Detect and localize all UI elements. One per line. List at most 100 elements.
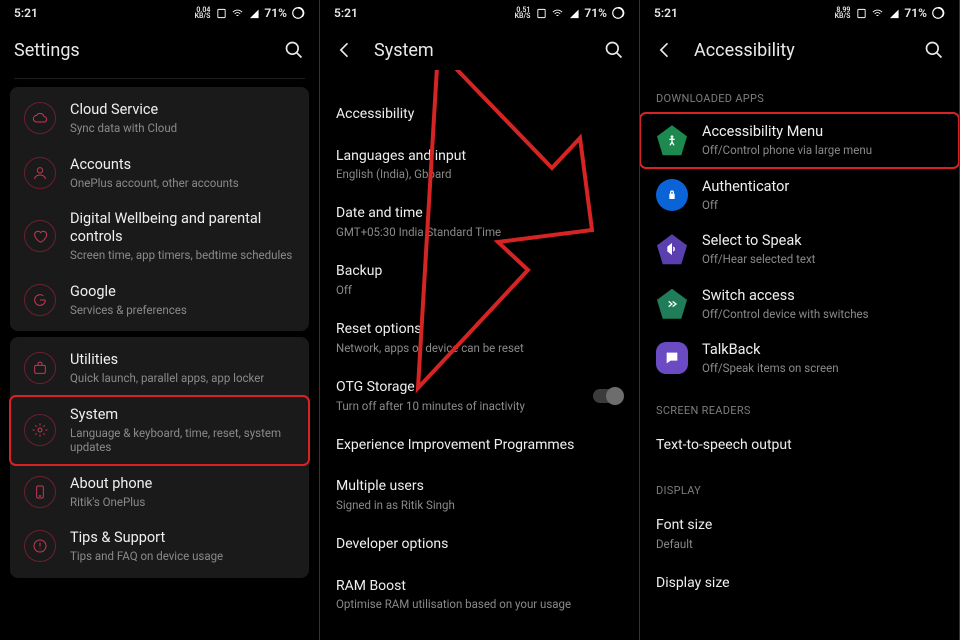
row-title: Backup (336, 263, 623, 281)
row-sub: Ritik's OnePlus (70, 495, 295, 509)
net-speed: 0.04KB/S (195, 7, 211, 20)
sim-icon (536, 8, 547, 19)
back-icon[interactable] (334, 39, 356, 61)
system-item-languages-and-input[interactable]: Languages and input English (India), Gbo… (320, 136, 639, 194)
row-sub: English (India), Gboard (336, 167, 623, 181)
settings-item-digital-wellbeing-and-parental-controls[interactable]: Digital Wellbeing and parental controls … (10, 200, 309, 273)
battery-icon (291, 6, 305, 20)
display-item-font-size[interactable]: Font sizeDefault (640, 505, 959, 563)
row-title: Accessibility (336, 106, 623, 124)
gear-icon (24, 414, 56, 446)
settings-item-about-phone[interactable]: About phone Ritik's OnePlus (10, 465, 309, 520)
system-item-otg-storage[interactable]: OTG Storage Turn off after 10 minutes of… (320, 367, 639, 425)
display-item-display-size[interactable]: Display size (640, 563, 959, 605)
row-body: Date and time GMT+05:30 India Standard T… (336, 205, 623, 239)
row-sub: OnePlus account, other accounts (70, 176, 295, 190)
row-sub: Services & preferences (70, 303, 295, 317)
settings-item-accounts[interactable]: Accounts OnePlus account, other accounts (10, 146, 309, 201)
app-icon (656, 179, 688, 211)
battery-icon (931, 6, 945, 20)
system-item-accessibility[interactable]: Accessibility (320, 94, 639, 136)
row-sub: GMT+05:30 India Standard Time (336, 225, 623, 239)
row-sub: Off/Hear selected text (702, 252, 943, 266)
row-title: OTG Storage (336, 379, 581, 397)
wifi-icon (231, 8, 244, 19)
row-body: Google Services & preferences (70, 283, 295, 318)
system-item-date-and-time[interactable]: Date and time GMT+05:30 India Standard T… (320, 193, 639, 251)
search-icon[interactable] (283, 39, 305, 61)
row-body: Accessibility (336, 106, 623, 124)
app-icon (656, 288, 688, 320)
row-title: Select to Speak (702, 232, 943, 250)
search-icon[interactable] (923, 39, 945, 61)
app-item-accessibility-menu[interactable]: Accessibility Menu Off/Control phone via… (640, 113, 959, 168)
page-title: Accessibility (694, 40, 905, 61)
status-time: 5:21 (654, 6, 678, 20)
row-title: TalkBack (702, 341, 943, 359)
row-sub: Turn off after 10 minutes of inactivity (336, 399, 581, 413)
accessibility-list: DOWNLOADED APPS Accessibility Menu Off/C… (640, 74, 959, 614)
row-sub: Sync data with Cloud (70, 121, 295, 135)
row-title: Digital Wellbeing and parental controls (70, 210, 295, 246)
battery-icon (611, 6, 625, 20)
settings-item-utilities[interactable]: Utilities Quick launch, parallel apps, a… (10, 341, 309, 396)
header: Settings (0, 26, 319, 74)
row-title: Developer options (336, 536, 623, 554)
net-speed: 8.99KB/S (835, 7, 851, 20)
sim-icon (856, 8, 867, 19)
net-speed: 0.51KB/S (515, 7, 531, 20)
row-title: Experience Improvement Programmes (336, 437, 623, 455)
header: System (320, 26, 639, 74)
settings-item-tips-support[interactable]: Tips & Support Tips and FAQ on device us… (10, 519, 309, 574)
settings-item-system[interactable]: System Language & keyboard, time, reset,… (10, 396, 309, 465)
row-sub: Off/Control device with switches (702, 307, 943, 321)
system-item-reset-options[interactable]: Reset options Network, apps or device ca… (320, 309, 639, 367)
search-icon[interactable] (603, 39, 625, 61)
system-screen: 5:21 0.51KB/S 71% System Accessibility L… (320, 0, 640, 640)
app-item-talkback[interactable]: TalkBack Off/Speak items on screen (640, 331, 959, 386)
settings-item-cloud-service[interactable]: Cloud Service Sync data with Cloud (10, 91, 309, 146)
row-body: Tips & Support Tips and FAQ on device us… (70, 529, 295, 564)
status-right: 8.99KB/S 71% (835, 6, 945, 20)
settings-item-google[interactable]: Google Services & preferences (10, 273, 309, 328)
app-item-authenticator[interactable]: Authenticator Off (640, 168, 959, 223)
row-body: Switch access Off/Control device with sw… (702, 287, 943, 322)
system-item-experience-improvement-programmes[interactable]: Experience Improvement Programmes (320, 425, 639, 467)
app-icon (656, 342, 688, 374)
system-item-backup[interactable]: Backup Off (320, 251, 639, 309)
row-body: Languages and input English (India), Gbo… (336, 148, 623, 182)
row-body: Experience Improvement Programmes (336, 437, 623, 455)
row-title: Font size (656, 517, 943, 535)
wifi-icon (871, 8, 884, 19)
system-item-developer-options[interactable]: Developer options (320, 524, 639, 566)
row-body: Select to Speak Off/Hear selected text (702, 232, 943, 267)
row-title: Languages and input (336, 148, 623, 166)
app-icon (656, 124, 688, 156)
app-item-switch-access[interactable]: Switch access Off/Control device with sw… (640, 277, 959, 332)
header: Accessibility (640, 26, 959, 74)
divider (14, 78, 305, 79)
row-body: Developer options (336, 536, 623, 554)
row-body: About phone Ritik's OnePlus (70, 475, 295, 510)
row-body: RAM Boost Optimise RAM utilisation based… (336, 578, 623, 612)
row-body: OTG Storage Turn off after 10 minutes of… (336, 379, 581, 413)
status-bar: 5:21 8.99KB/S 71% (640, 0, 959, 26)
phone-icon (24, 476, 56, 508)
signal-icon (568, 8, 580, 19)
row-title: System (70, 406, 295, 424)
back-icon[interactable] (654, 39, 676, 61)
status-time: 5:21 (14, 6, 38, 20)
system-item-ram-boost[interactable]: RAM Boost Optimise RAM utilisation based… (320, 566, 639, 624)
row-sub: Off (702, 198, 943, 212)
system-item-multiple-users[interactable]: Multiple users Signed in as Ritik Singh (320, 466, 639, 524)
row-body: Cloud Service Sync data with Cloud (70, 101, 295, 136)
status-right: 0.04KB/S 71% (195, 6, 305, 20)
row-body: Reset options Network, apps or device ca… (336, 321, 623, 355)
row-sub: Optimise RAM utilisation based on your u… (336, 597, 623, 611)
row-body: Multiple users Signed in as Ritik Singh (336, 478, 623, 512)
app-item-select-to-speak[interactable]: Select to Speak Off/Hear selected text (640, 222, 959, 277)
app-icon (656, 233, 688, 265)
row-body: System Language & keyboard, time, reset,… (70, 406, 295, 455)
reader-item-text-to-speech-output[interactable]: Text-to-speech output (640, 425, 959, 467)
toggle-switch[interactable] (593, 389, 623, 403)
